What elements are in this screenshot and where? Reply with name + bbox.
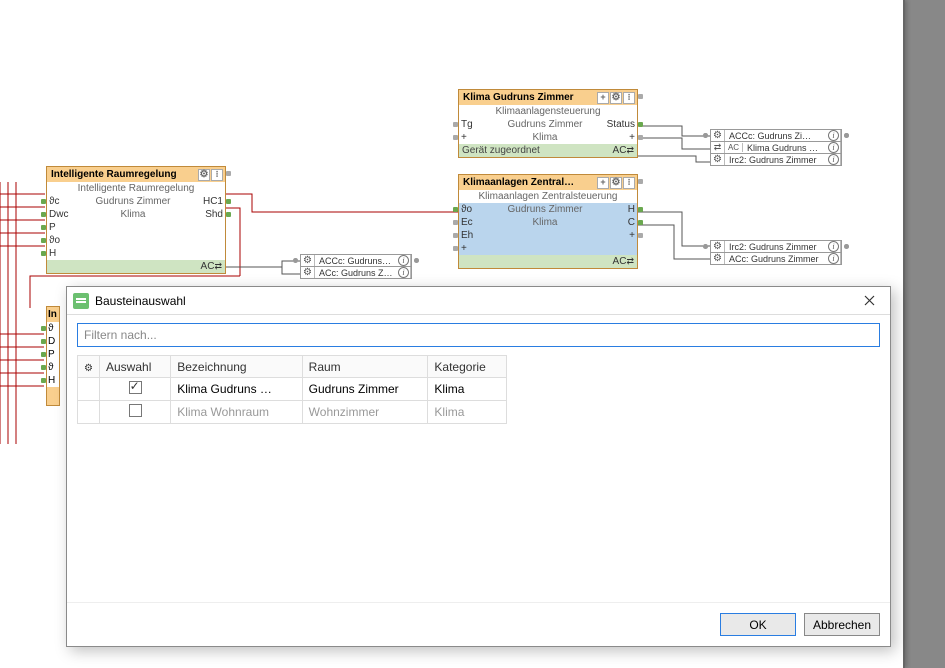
in-port[interactable]: Ec	[461, 217, 489, 228]
plus-icon[interactable]	[597, 92, 609, 104]
in-port[interactable]: Dwc	[49, 209, 77, 220]
col-auswahl[interactable]: Auswahl	[100, 356, 171, 378]
block-intelligente-raumregelung[interactable]: Intelligente Raumregelung Intelligente R…	[46, 166, 226, 274]
cell-room: Gudruns Zimmer	[302, 378, 428, 401]
in-port[interactable]: ϑo	[49, 235, 77, 246]
block-room: Gudruns Zimmer	[489, 204, 601, 215]
add-output-icon[interactable]	[601, 132, 635, 143]
block-category: Klima	[489, 132, 601, 143]
info-icon[interactable]	[397, 255, 411, 266]
cell-room: Wohnzimmer	[302, 401, 428, 424]
add-output-icon[interactable]	[601, 230, 635, 241]
table-row[interactable]: Klima Wohnraum Wohnzimmer Klima	[78, 401, 507, 424]
in-port[interactable]: ϑo	[461, 204, 489, 215]
info-icon[interactable]	[827, 241, 841, 252]
info-icon[interactable]	[827, 253, 841, 264]
gear-icon	[301, 267, 315, 278]
cell-name: Klima Wohnraum	[171, 401, 302, 424]
selection-table: Auswahl Bezeichnung Raum Kategorie Klima…	[77, 355, 507, 424]
foot-label: Gerät zugeordnet	[462, 145, 613, 156]
ref-item[interactable]: Irc2: Gudruns Zimmer	[710, 153, 842, 166]
menu-icon[interactable]	[211, 169, 223, 181]
dialog-bausteinauswahl: Bausteinauswahl Auswahl Bezeichnung Raum…	[66, 286, 891, 647]
ok-button[interactable]: OK	[720, 613, 796, 636]
info-icon[interactable]	[827, 130, 841, 141]
foot-label: AC	[201, 261, 215, 272]
gear-icon[interactable]	[610, 177, 622, 189]
checkbox[interactable]	[129, 381, 142, 394]
block-partial-irc2[interactable]: In ϑ D P ϑ H	[46, 306, 60, 406]
ref-item[interactable]: ACc: Gudruns Zimmer	[710, 252, 842, 265]
ref-group-klima: ACCc: Gudruns Zi… ACKlima Gudruns Zim… I…	[710, 129, 842, 166]
foot-label: AC	[613, 256, 627, 267]
block-title: Klimaanlagen Zentral…	[463, 177, 596, 188]
gear-icon	[711, 253, 725, 264]
dialog-titlebar[interactable]: Bausteinauswahl	[67, 287, 890, 315]
gear-icon	[711, 241, 725, 252]
ref-item[interactable]: ACc: Gudruns Zim…	[300, 266, 412, 279]
gear-icon	[301, 255, 315, 266]
ref-item[interactable]: ACCc: Gudruns Zi…	[710, 129, 842, 142]
info-icon[interactable]	[827, 142, 841, 153]
block-room: Gudruns Zimmer	[77, 196, 189, 207]
out-port[interactable]: Status	[601, 119, 635, 130]
in-port[interactable]: ϑc	[49, 196, 77, 207]
in-port[interactable]: H	[49, 248, 77, 259]
info-icon[interactable]	[397, 267, 411, 278]
ref-group-irc: ACCc: Gudruns Zi… ACc: Gudruns Zim…	[300, 254, 412, 279]
block-title: Intelligente Raumregelung	[51, 169, 197, 180]
gear-icon	[711, 154, 725, 165]
gear-icon[interactable]	[610, 92, 622, 104]
gear-icon[interactable]	[198, 169, 210, 181]
out-port[interactable]: H	[601, 204, 635, 215]
ref-item[interactable]: ACCc: Gudruns Zi…	[300, 254, 412, 267]
block-klima-gudruns-zimmer[interactable]: Klima Gudruns Zimmer Klimaanlagensteueru…	[458, 89, 638, 158]
swap-icon	[626, 256, 634, 267]
close-button[interactable]	[854, 290, 884, 312]
out-port[interactable]: Shd	[189, 209, 223, 220]
block-category: Klima	[489, 217, 601, 228]
dialog-title: Bausteinauswahl	[95, 294, 854, 308]
in-port[interactable]: P	[49, 222, 77, 233]
cancel-button[interactable]: Abbrechen	[804, 613, 880, 636]
gear-icon	[84, 360, 93, 374]
out-port[interactable]: C	[601, 217, 635, 228]
add-input-icon[interactable]	[461, 132, 489, 143]
block-subtitle: Klimaanlagensteuerung	[459, 105, 637, 118]
block-title: Klima Gudruns Zimmer	[463, 92, 596, 103]
ref-item[interactable]: Irc2: Gudruns Zimmer	[710, 240, 842, 253]
add-input-icon[interactable]: +	[461, 243, 489, 254]
col-kategorie[interactable]: Kategorie	[428, 356, 507, 378]
info-icon[interactable]	[827, 154, 841, 165]
filter-input[interactable]	[77, 323, 880, 347]
plus-icon[interactable]	[597, 177, 609, 189]
foot-label: AC	[613, 145, 627, 156]
block-category: Klima	[77, 209, 189, 220]
table-config-button[interactable]	[78, 356, 100, 378]
block-room: Gudruns Zimmer	[489, 119, 601, 130]
cell-name: Klima Gudruns …	[171, 378, 302, 401]
checkbox[interactable]	[129, 404, 142, 417]
block-subtitle: Klimaanlagen Zentralsteuerung	[459, 190, 637, 203]
in-port[interactable]: Tg	[461, 119, 489, 130]
ref-group-zentral: Irc2: Gudruns Zimmer ACc: Gudruns Zimmer	[710, 240, 842, 265]
col-raum[interactable]: Raum	[302, 356, 428, 378]
swap-icon	[214, 261, 222, 272]
cell-cat: Klima	[428, 401, 507, 424]
block-klimaanlagen-zentral[interactable]: Klimaanlagen Zentral… Klimaanlagen Zentr…	[458, 174, 638, 269]
table-row[interactable]: Klima Gudruns … Gudruns Zimmer Klima	[78, 378, 507, 401]
col-bezeichnung[interactable]: Bezeichnung	[171, 356, 302, 378]
out-port[interactable]: HC1	[189, 196, 223, 207]
block-subtitle: Intelligente Raumregelung	[47, 182, 225, 195]
menu-icon[interactable]	[623, 177, 635, 189]
cell-cat: Klima	[428, 378, 507, 401]
menu-icon[interactable]	[623, 92, 635, 104]
swap-icon	[626, 145, 634, 156]
app-icon	[73, 293, 89, 309]
gear-icon	[711, 130, 725, 141]
in-port[interactable]: Eh	[461, 230, 489, 241]
swap-icon	[711, 142, 725, 153]
